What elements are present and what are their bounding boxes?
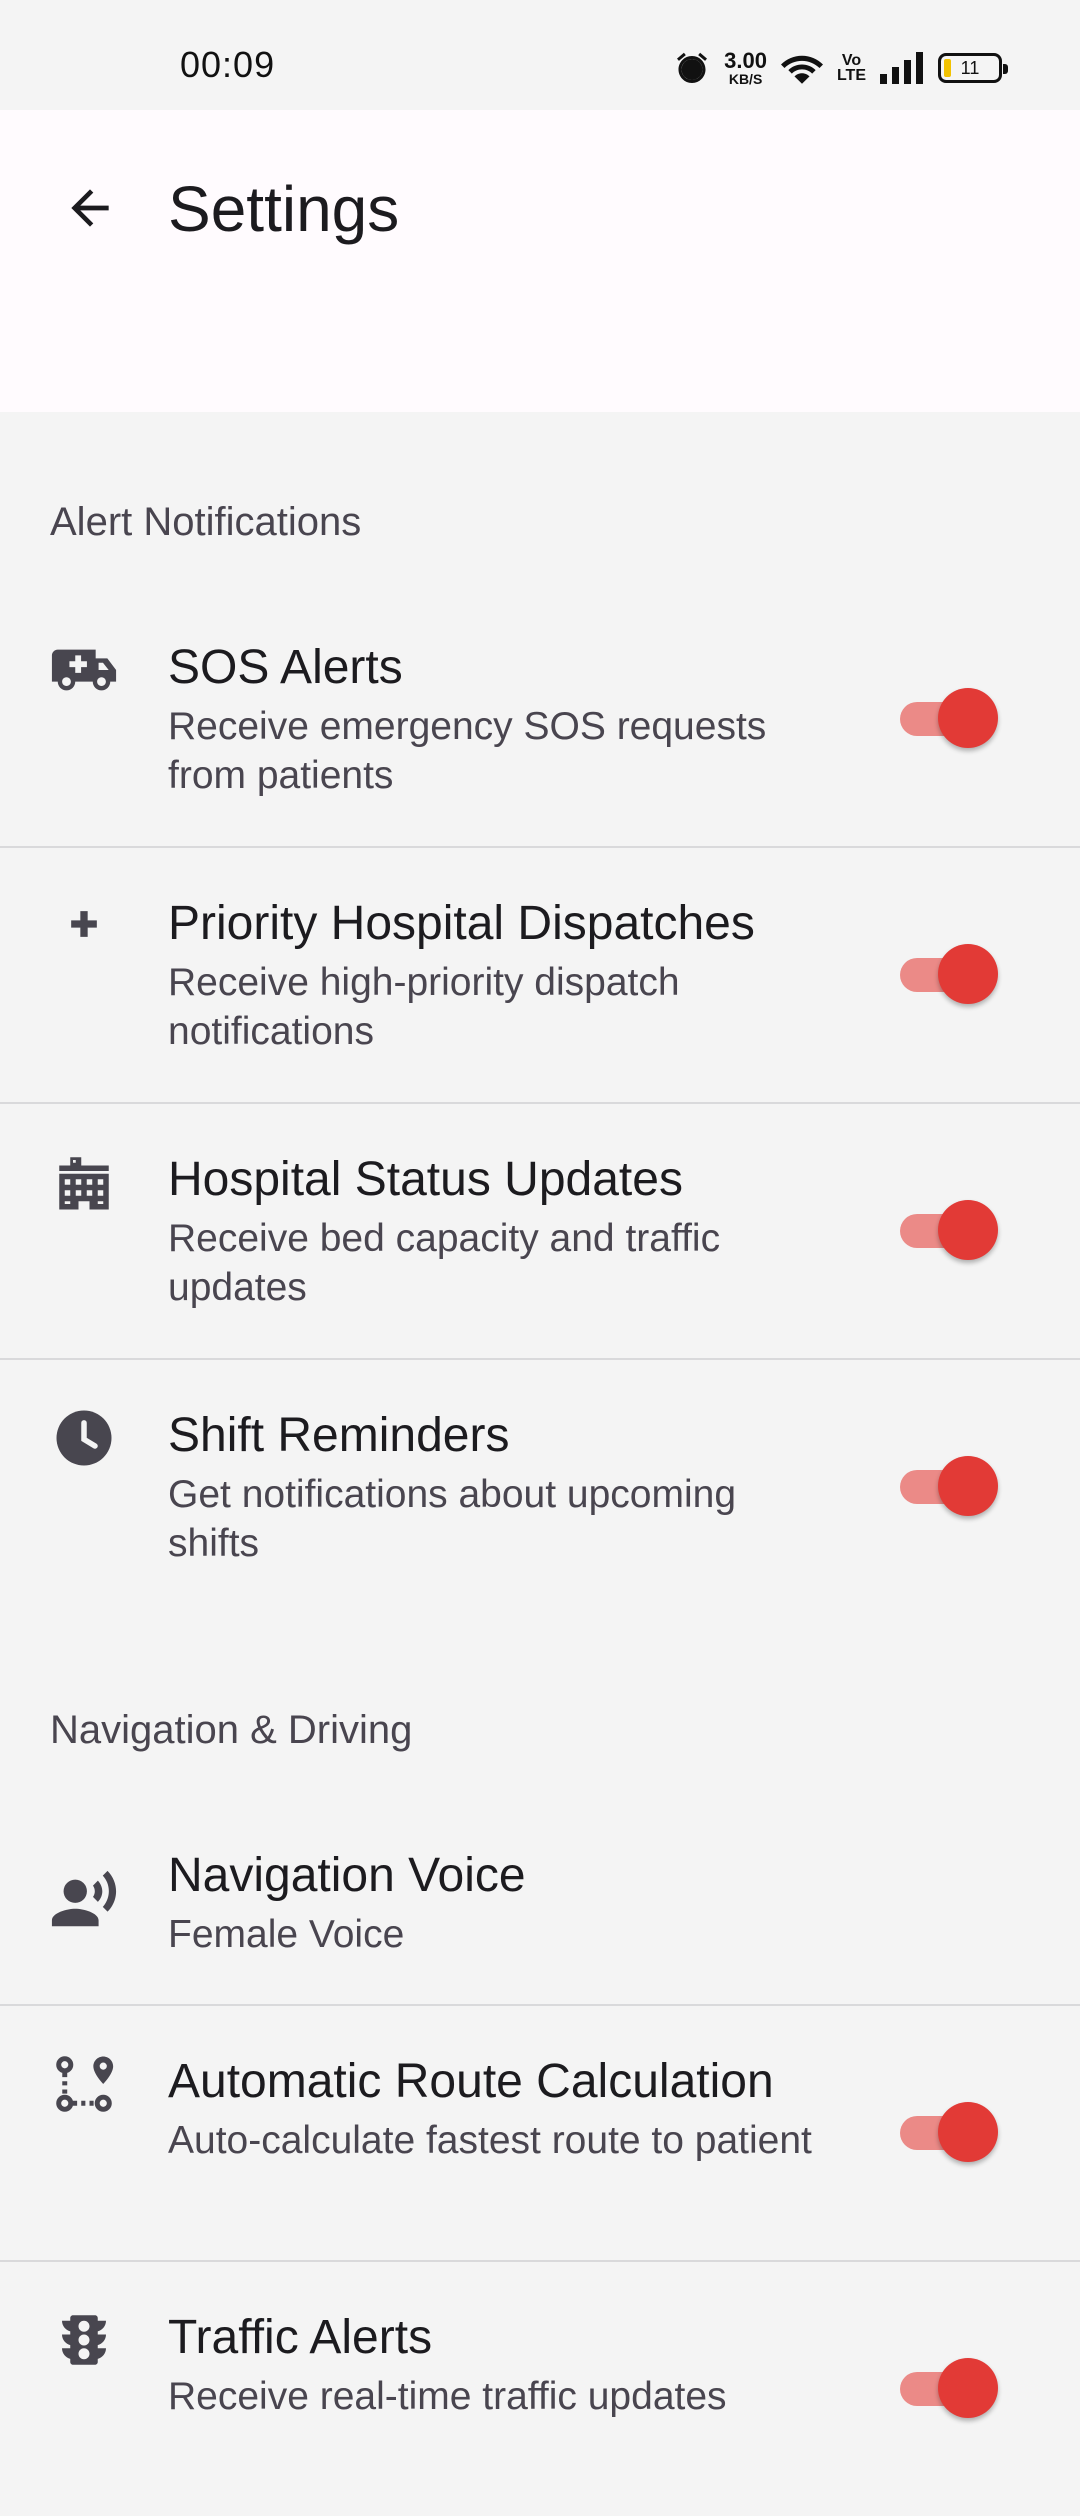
section-header-navigation-driving: Navigation & Driving xyxy=(50,1708,413,1752)
setting-row-shift-reminders[interactable]: Shift Reminders Get notifications about … xyxy=(0,1388,1080,1614)
switch-thumb xyxy=(938,1200,998,1260)
setting-title: SOS Alerts xyxy=(168,641,403,694)
setting-subtitle: Auto-calculate fastest route to patient xyxy=(168,2119,812,2162)
voice-person-icon xyxy=(48,1864,120,1936)
battery-icon: 11 xyxy=(938,53,1008,83)
divider xyxy=(0,1358,1080,1360)
setting-title: Automatic Route Calculation xyxy=(168,2055,774,2108)
setting-title: Priority Hospital Dispatches xyxy=(168,897,755,950)
top-app-bar xyxy=(0,110,1080,412)
battery-level: 11 xyxy=(960,57,980,78)
net-speed-value: 3.00 xyxy=(724,48,767,73)
back-button[interactable] xyxy=(52,170,128,246)
setting-subtitle: Receive emergency SOS requests from pati… xyxy=(168,705,767,797)
divider xyxy=(0,2004,1080,2006)
switch-thumb xyxy=(938,2102,998,2162)
setting-row-hospital-status-updates[interactable]: Hospital Status Updates Receive bed capa… xyxy=(0,1132,1080,1358)
section-header-alert-notifications: Alert Notifications xyxy=(50,500,362,544)
signal-icon xyxy=(880,52,924,84)
hospital-status-toggle[interactable] xyxy=(900,1200,1000,1260)
setting-row-sos-alerts[interactable]: SOS Alerts Receive emergency SOS request… xyxy=(0,620,1080,846)
setting-row-navigation-voice[interactable]: Navigation Voice Female Voice xyxy=(0,1828,1080,2004)
setting-title: Hospital Status Updates xyxy=(168,1153,683,1206)
wifi-icon xyxy=(780,50,823,86)
setting-subtitle: Receive real-time traffic updates xyxy=(168,2375,727,2418)
setting-row-automatic-route-calculation[interactable]: Automatic Route Calculation Auto-calcula… xyxy=(0,2034,1080,2260)
volte-icon: Vo LTE xyxy=(836,52,866,84)
clock-icon xyxy=(48,1402,120,1474)
switch-thumb xyxy=(938,688,998,748)
traffic-alerts-toggle[interactable] xyxy=(900,2358,1000,2418)
setting-subtitle: Receive high-priority dispatch notificat… xyxy=(168,961,680,1053)
net-speed-unit: KB/S xyxy=(728,71,763,87)
medical-cross-icon xyxy=(48,888,120,960)
divider xyxy=(0,1102,1080,1104)
status-time: 00:09 xyxy=(180,44,276,85)
traffic-light-icon xyxy=(48,2304,120,2376)
setting-title: Shift Reminders xyxy=(168,1409,510,1462)
shift-reminders-toggle[interactable] xyxy=(900,1456,1000,1516)
status-bar: 00:09 3.00 KB/S Vo LTE 11 xyxy=(0,0,1080,110)
switch-thumb xyxy=(938,2358,998,2418)
divider xyxy=(0,2260,1080,2262)
status-icons: 3.00 KB/S Vo LTE 11 xyxy=(674,46,1008,90)
setting-subtitle: Get notifications about upcoming shifts xyxy=(168,1473,737,1565)
switch-thumb xyxy=(938,1456,998,1516)
route-icon xyxy=(48,2048,120,2120)
setting-title: Navigation Voice xyxy=(168,1849,526,1902)
divider xyxy=(0,846,1080,848)
setting-row-priority-hospital-dispatches[interactable]: Priority Hospital Dispatches Receive hig… xyxy=(0,876,1080,1102)
setting-subtitle: Receive bed capacity and traffic updates xyxy=(168,1217,721,1309)
net-speed: 3.00 KB/S xyxy=(724,48,767,87)
switch-thumb xyxy=(938,944,998,1004)
setting-subtitle: Female Voice xyxy=(168,1913,405,1956)
volte-bottom: LTE xyxy=(836,67,866,84)
setting-row-traffic-alerts[interactable]: Traffic Alerts Receive real-time traffic… xyxy=(0,2290,1080,2516)
sos-alerts-toggle[interactable] xyxy=(900,688,1000,748)
auto-route-toggle[interactable] xyxy=(900,2102,1000,2162)
hospital-building-icon xyxy=(48,1146,120,1218)
page-title: Settings xyxy=(168,173,400,245)
alarm-icon xyxy=(674,50,710,86)
ambulance-icon xyxy=(48,634,120,706)
arrow-back-icon xyxy=(71,189,109,227)
priority-dispatches-toggle[interactable] xyxy=(900,944,1000,1004)
setting-title: Traffic Alerts xyxy=(168,2311,433,2364)
